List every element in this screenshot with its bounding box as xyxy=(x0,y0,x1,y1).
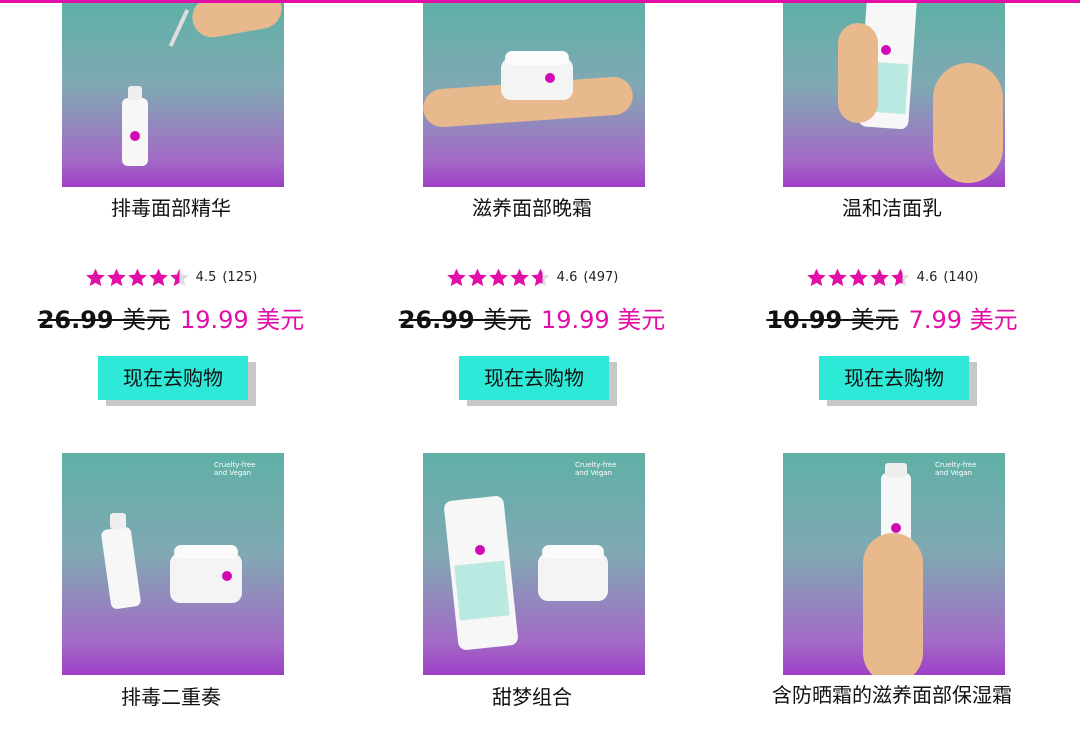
shop-now-button[interactable]: 现在去购物 xyxy=(98,356,248,400)
rating-value: 4.5 xyxy=(195,270,217,285)
star-icon xyxy=(827,268,847,287)
product-name[interactable]: 含防晒霜的滋养面部保湿霜 xyxy=(742,684,1042,706)
rating-row: 4.6 (140) xyxy=(742,267,1042,288)
star-icon xyxy=(530,268,550,287)
star-icon xyxy=(106,268,126,287)
spf-moisturizer-image[interactable]: Cruelty-free and Vegan xyxy=(783,453,1005,675)
review-count: (497) xyxy=(583,270,619,285)
night-cream-jar-image[interactable] xyxy=(423,3,645,187)
rating-stars xyxy=(446,267,551,288)
product-name[interactable]: 排毒二重奏 xyxy=(21,684,321,710)
rating-stars xyxy=(806,267,911,288)
review-count: (125) xyxy=(222,270,258,285)
cruelty-free-badge: Cruelty-free and Vegan xyxy=(214,461,256,477)
rating-stars xyxy=(85,267,190,288)
shop-now-button[interactable]: 现在去购物 xyxy=(819,356,969,400)
rating-row: 4.5 (125) xyxy=(21,267,321,288)
sale-price: 19.99 美元 xyxy=(179,306,305,334)
star-icon xyxy=(467,268,487,287)
star-icon xyxy=(806,268,826,287)
star-icon xyxy=(446,268,466,287)
original-price: 26.99 美元 xyxy=(398,306,531,334)
star-icon xyxy=(85,268,105,287)
star-icon xyxy=(488,268,508,287)
serum-dropper-image[interactable] xyxy=(62,3,284,187)
cleanser-tube-image[interactable] xyxy=(783,3,1005,187)
star-icon xyxy=(148,268,168,287)
sale-price: 7.99 美元 xyxy=(908,306,1018,334)
review-count: (140) xyxy=(943,270,979,285)
star-icon xyxy=(509,268,529,287)
shop-now-button-wrap: 现在去购物 xyxy=(819,356,977,406)
star-icon xyxy=(169,268,189,287)
original-price: 10.99 美元 xyxy=(766,306,899,334)
rating-value: 4.6 xyxy=(916,270,938,285)
price-row: 26.99 美元 19.99 美元 xyxy=(21,305,321,335)
star-icon xyxy=(848,268,868,287)
product-name[interactable]: 滋养面部晚霜 xyxy=(382,195,682,221)
price-row: 26.99 美元 19.99 美元 xyxy=(382,305,682,335)
shop-now-button[interactable]: 现在去购物 xyxy=(459,356,609,400)
product-name[interactable]: 排毒面部精华 xyxy=(21,195,321,221)
detox-duo-image[interactable]: Cruelty-free and Vegan xyxy=(62,453,284,675)
product-grid: 排毒面部精华 4.5 (125) 26.99 美元 19.99 美元 现在去购物 … xyxy=(0,0,1080,734)
product-name[interactable]: 温和洁面乳 xyxy=(742,195,1042,221)
sweet-dreams-set-image[interactable]: Cruelty-free and Vegan xyxy=(423,453,645,675)
product-name[interactable]: 甜梦组合 xyxy=(382,684,682,710)
shop-now-button-wrap: 现在去购物 xyxy=(459,356,617,406)
sale-price: 19.99 美元 xyxy=(540,306,666,334)
cruelty-free-badge: Cruelty-free and Vegan xyxy=(935,461,977,477)
shop-now-button-wrap: 现在去购物 xyxy=(98,356,256,406)
rating-row: 4.6 (497) xyxy=(382,267,682,288)
price-row: 10.99 美元 7.99 美元 xyxy=(742,305,1042,335)
star-icon xyxy=(890,268,910,287)
rating-value: 4.6 xyxy=(556,270,578,285)
star-icon xyxy=(127,268,147,287)
cruelty-free-badge: Cruelty-free and Vegan xyxy=(575,461,617,477)
original-price: 26.99 美元 xyxy=(37,306,170,334)
star-icon xyxy=(869,268,889,287)
